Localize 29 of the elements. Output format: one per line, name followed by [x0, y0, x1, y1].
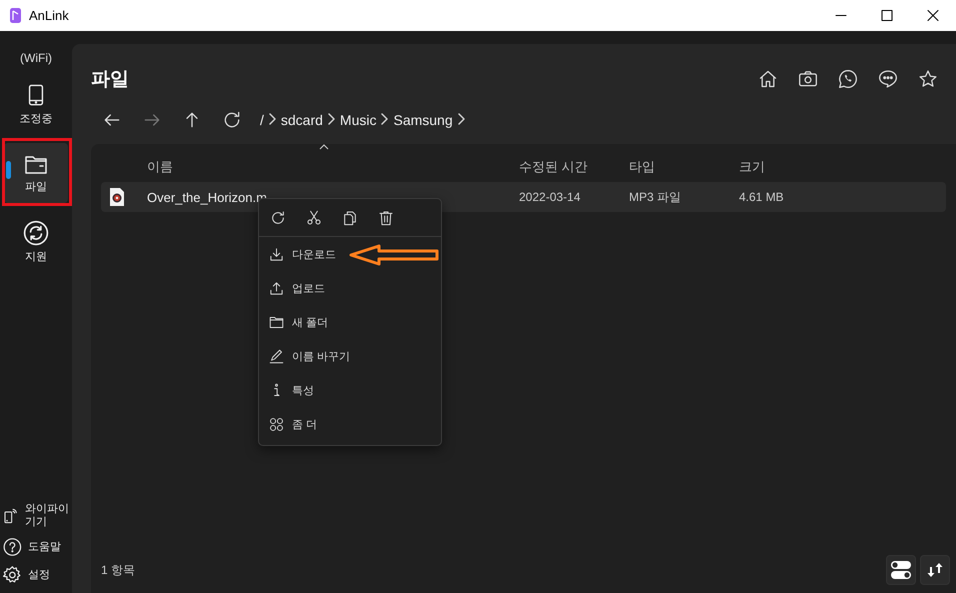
window-title: AnLink — [29, 8, 69, 23]
column-header[interactable]: 수정된 시간 — [519, 158, 629, 176]
breadcrumb-item[interactable]: Music — [340, 112, 376, 128]
menu-item[interactable]: 다운로드 — [259, 237, 441, 271]
sidebar-link[interactable]: 도움말 — [3, 533, 69, 561]
modified-date: 2022-03-14 — [519, 190, 582, 204]
sidebar-link[interactable]: 설정 — [3, 561, 69, 589]
menu-item[interactable]: 새 폴더 — [259, 305, 441, 339]
file-size: 4.61 MB — [739, 190, 785, 204]
column-header[interactable]: 타입 — [629, 158, 739, 176]
nav-item[interactable]: 파일 — [4, 143, 68, 203]
menu-item[interactable]: 특성 — [259, 373, 441, 407]
nav-item[interactable]: 조정중 — [4, 73, 68, 135]
breadcrumb-item[interactable]: sdcard — [280, 112, 323, 128]
breadcrumb-item[interactable]: Samsung — [393, 112, 453, 128]
column-header[interactable]: 이름 — [147, 159, 173, 174]
menu-item[interactable]: 좀 더 — [259, 407, 441, 441]
file-name: Over_the_Horizon.m — [147, 190, 268, 204]
nav-item[interactable]: 지원 — [4, 211, 68, 273]
file-row[interactable]: Over_the_Horizon.m 2022-03-14 MP3 파일 4.61 MB — [101, 182, 946, 212]
breadcrumb-item[interactable]: / — [260, 112, 264, 128]
page-title: 파일 — [91, 68, 129, 92]
menu-item[interactable]: 업로드 — [259, 271, 441, 305]
sidebar-link[interactable]: 와이파이 기기 — [3, 499, 69, 533]
item-count: 1 항목 — [101, 562, 136, 578]
file-type: MP3 파일 — [629, 188, 682, 206]
menu-item[interactable]: 이름 바꾸기 — [259, 339, 441, 373]
connection-label: (WiFi) — [20, 51, 52, 65]
column-header[interactable]: 크기 — [739, 158, 946, 176]
